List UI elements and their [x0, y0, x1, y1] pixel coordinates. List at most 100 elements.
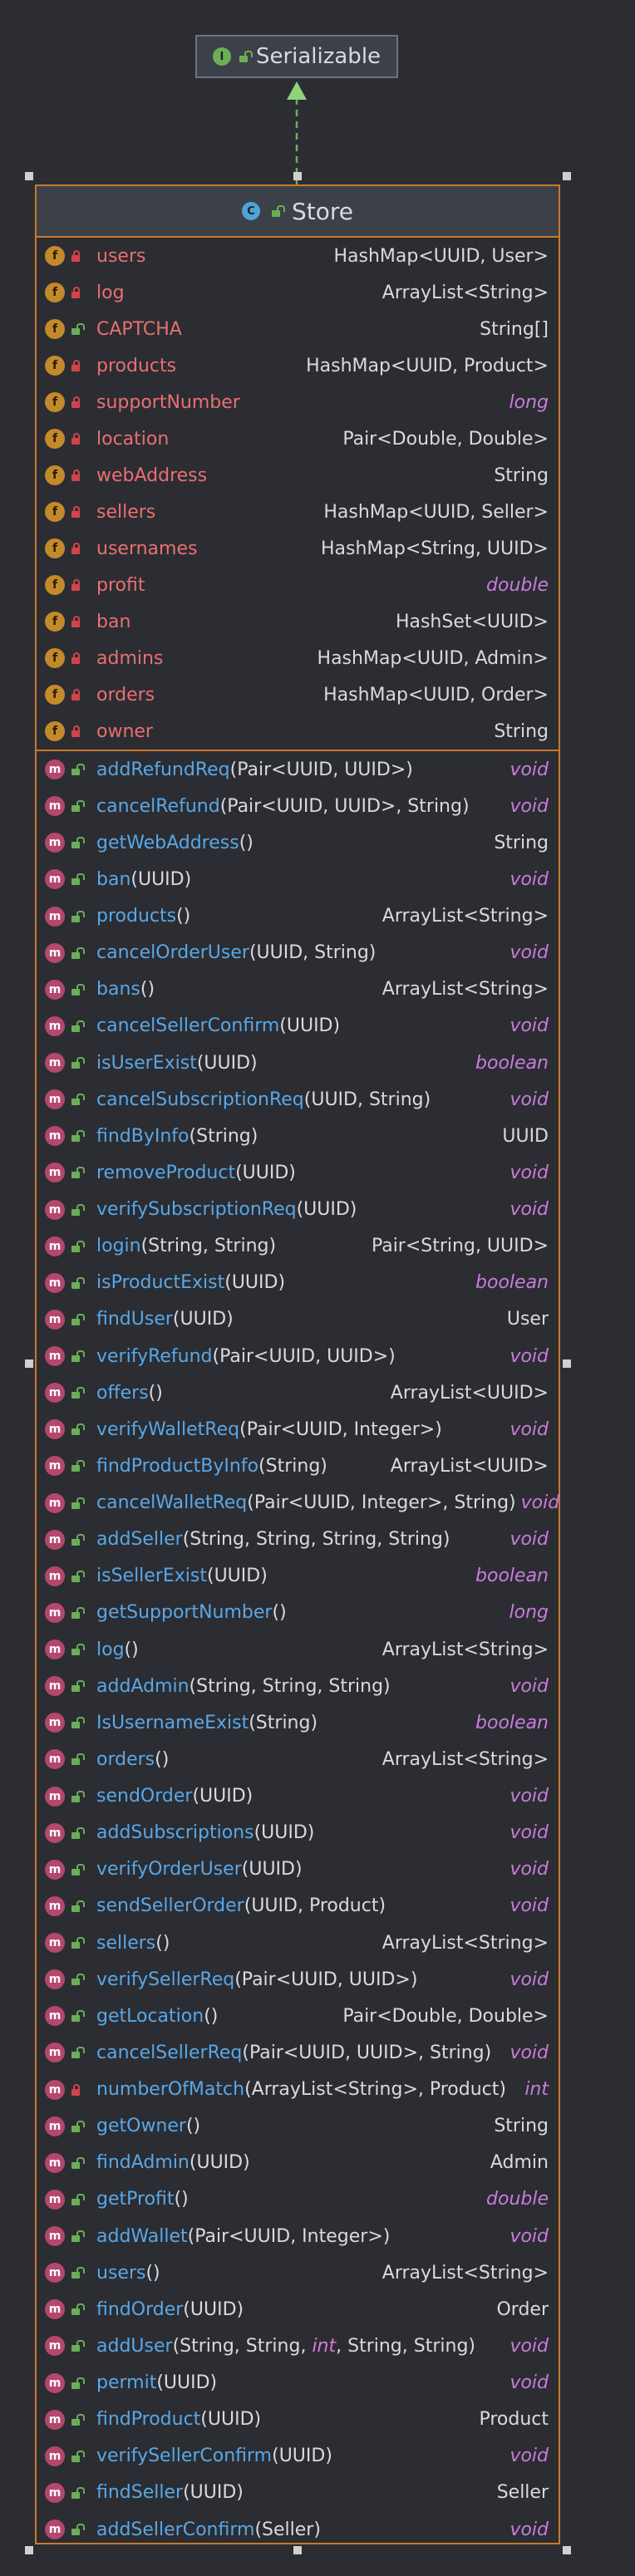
- method-row[interactable]: m isSellerExist(UUID) boolean: [37, 1558, 559, 1595]
- resize-handle[interactable]: [293, 2546, 302, 2554]
- method-row[interactable]: m sendSellerOrder(UUID, Product) void: [37, 1888, 559, 1925]
- field-row[interactable]: f sellers HashMap<UUID, Seller>: [37, 494, 559, 530]
- method-row[interactable]: m products() ArrayList<String>: [37, 898, 559, 935]
- method-name: numberOfMatch: [96, 2079, 245, 2101]
- method-row[interactable]: m offers() ArrayList<UUID>: [37, 1374, 559, 1411]
- method-row[interactable]: m addSubscriptions(UUID) void: [37, 1815, 559, 1851]
- method-row[interactable]: m getLocation() Pair<Double, Double>: [37, 1998, 559, 2034]
- method-params: (UUID): [130, 868, 192, 890]
- method-row[interactable]: m cancelWalletReq(Pair<UUID, Integer>, St…: [37, 1485, 559, 1522]
- method-row[interactable]: m verifySellerConfirm(UUID) void: [37, 2438, 559, 2475]
- method-row[interactable]: m addRefundReq(Pair<UUID, UUID>) void: [37, 751, 559, 788]
- method-return-type: ArrayList<String>: [381, 1748, 549, 1770]
- method-row[interactable]: m findAdmin(UUID) Admin: [37, 2145, 559, 2181]
- field-row[interactable]: f profit double: [37, 567, 559, 603]
- method-row[interactable]: m verifyOrderUser(UUID) void: [37, 1851, 559, 1888]
- method-params: (): [140, 979, 155, 1000]
- resize-handle[interactable]: [563, 2546, 571, 2554]
- method-row[interactable]: m getWebAddress() String: [37, 824, 559, 861]
- method-row[interactable]: m getOwner() String: [37, 2108, 559, 2145]
- field-row[interactable]: f log ArrayList<String>: [37, 274, 559, 311]
- method-row[interactable]: m IsUsernameExist(String) boolean: [37, 1704, 559, 1741]
- field-row[interactable]: f admins HashMap<UUID, Admin>: [37, 640, 559, 676]
- method-row[interactable]: m bans() ArrayList<String>: [37, 971, 559, 1008]
- public-icon: [70, 2340, 81, 2352]
- method-row[interactable]: m cancelSellerConfirm(UUID) void: [37, 1008, 559, 1045]
- class-store[interactable]: C Store f users HashMap<UUID, User> f log Arr…: [35, 184, 560, 2544]
- method-signature: findAdmin(UUID): [96, 2152, 250, 2173]
- field-row[interactable]: f owner String: [37, 713, 559, 750]
- field-row[interactable]: f products HashMap<UUID, Product>: [37, 347, 559, 384]
- int-keyword: int: [312, 2335, 337, 2357]
- method-signature: getLocation(): [96, 2006, 218, 2027]
- method-row[interactable]: m findProductByInfo(String) ArrayList<UUID…: [37, 1448, 559, 1484]
- method-row[interactable]: m addAdmin(String, String, String) void: [37, 1668, 559, 1704]
- resize-handle[interactable]: [25, 172, 33, 180]
- public-icon: [70, 1680, 81, 1693]
- method-name: offers: [96, 1382, 149, 1404]
- method-row[interactable]: m sellers() ArrayList<String>: [37, 1925, 559, 1961]
- field-row[interactable]: f location Pair<Double, Double>: [37, 420, 559, 457]
- method-icon: m: [45, 1346, 65, 1367]
- interface-serializable[interactable]: I Serializable: [195, 35, 398, 78]
- resize-handle[interactable]: [563, 1359, 571, 1368]
- method-row[interactable]: m sendOrder(UUID) void: [37, 1778, 559, 1815]
- public-icon: [70, 2414, 81, 2426]
- field-row[interactable]: f supportNumber long: [37, 384, 559, 420]
- method-row[interactable]: m cancelOrderUser(UUID, String) void: [37, 935, 559, 971]
- method-row[interactable]: m findSeller(UUID) Seller: [37, 2475, 559, 2511]
- method-row[interactable]: m addUser(String, String, int, String, St…: [37, 2328, 559, 2364]
- method-params: (ArrayList<String>, Product): [244, 2079, 506, 2101]
- method-params: (String): [189, 1125, 258, 1147]
- method-row[interactable]: m cancelSellerReq(Pair<UUID, UUID>, Strin…: [37, 2034, 559, 2071]
- method-row[interactable]: m getProfit() double: [37, 2181, 559, 2218]
- field-row[interactable]: f orders HashMap<UUID, Order>: [37, 676, 559, 713]
- resize-handle[interactable]: [25, 1359, 33, 1368]
- resize-handle[interactable]: [293, 172, 302, 180]
- method-row[interactable]: m isUserExist(UUID) boolean: [37, 1045, 559, 1081]
- method-row[interactable]: m log() ArrayList<String>: [37, 1631, 559, 1668]
- method-row[interactable]: m verifyRefund(Pair<UUID, UUID>) void: [37, 1338, 559, 1374]
- method-name: verifySellerReq: [96, 1969, 235, 1990]
- field-row[interactable]: f users HashMap<UUID, User>: [37, 238, 559, 274]
- method-row[interactable]: m login(String, String) Pair<String, UUID>: [37, 1228, 559, 1265]
- method-params: (UUID): [296, 1199, 357, 1221]
- method-row[interactable]: m verifySellerReq(Pair<UUID, UUID>) void: [37, 1961, 559, 1998]
- method-signature: verifyRefund(Pair<UUID, UUID>): [96, 1346, 396, 1367]
- class-icon: C: [241, 202, 260, 220]
- method-row[interactable]: m addSellerConfirm(Seller) void: [37, 2511, 559, 2548]
- method-row[interactable]: m removeProduct(UUID) void: [37, 1154, 559, 1191]
- method-row[interactable]: m cancelSubscriptionReq(UUID, String) void: [37, 1081, 559, 1118]
- method-row[interactable]: m cancelRefund(Pair<UUID, UUID>, String) v…: [37, 788, 559, 824]
- method-row[interactable]: m getSupportNumber() long: [37, 1595, 559, 1631]
- method-row[interactable]: m users() ArrayList<String>: [37, 2254, 559, 2291]
- method-name: cancelOrderUser: [96, 942, 249, 964]
- field-row[interactable]: f CAPTCHA String[]: [37, 311, 559, 347]
- method-row[interactable]: m orders() ArrayList<String>: [37, 1741, 559, 1777]
- method-row[interactable]: m verifySubscriptionReq(UUID) void: [37, 1192, 559, 1228]
- public-icon: [70, 1020, 81, 1032]
- resize-handle[interactable]: [25, 2546, 33, 2554]
- field-row[interactable]: f usernames HashMap<String, UUID>: [37, 530, 559, 567]
- resize-handle[interactable]: [563, 172, 571, 180]
- method-row[interactable]: m findOrder(UUID) Order: [37, 2291, 559, 2328]
- method-row[interactable]: m findProduct(UUID) Product: [37, 2401, 559, 2438]
- method-row[interactable]: m addSeller(String, String, String, Strin…: [37, 1522, 559, 1558]
- field-row[interactable]: f ban HashSet<UUID>: [37, 603, 559, 640]
- private-lock-icon: [70, 469, 81, 481]
- method-return-type: boolean: [475, 1566, 549, 1587]
- method-row[interactable]: m addWallet(Pair<UUID, Integer>) void: [37, 2218, 559, 2254]
- method-row[interactable]: m findByInfo(String) UUID: [37, 1118, 559, 1154]
- public-icon: [70, 1497, 81, 1509]
- method-icon: m: [45, 1419, 65, 1440]
- method-name: permit: [96, 2372, 157, 2394]
- method-row[interactable]: m numberOfMatch(ArrayList<String>, Produc…: [37, 2072, 559, 2108]
- method-row[interactable]: m findUser(UUID) User: [37, 1301, 559, 1338]
- method-row[interactable]: m ban(UUID) void: [37, 861, 559, 897]
- method-row[interactable]: m verifyWalletReq(Pair<UUID, Integer>) voi…: [37, 1411, 559, 1448]
- field-row[interactable]: f webAddress String: [37, 457, 559, 494]
- method-row[interactable]: m permit(UUID) void: [37, 2365, 559, 2401]
- method-row[interactable]: m isProductExist(UUID) boolean: [37, 1265, 559, 1301]
- method-icon: m: [45, 1456, 65, 1477]
- method-return-type: void: [509, 759, 549, 780]
